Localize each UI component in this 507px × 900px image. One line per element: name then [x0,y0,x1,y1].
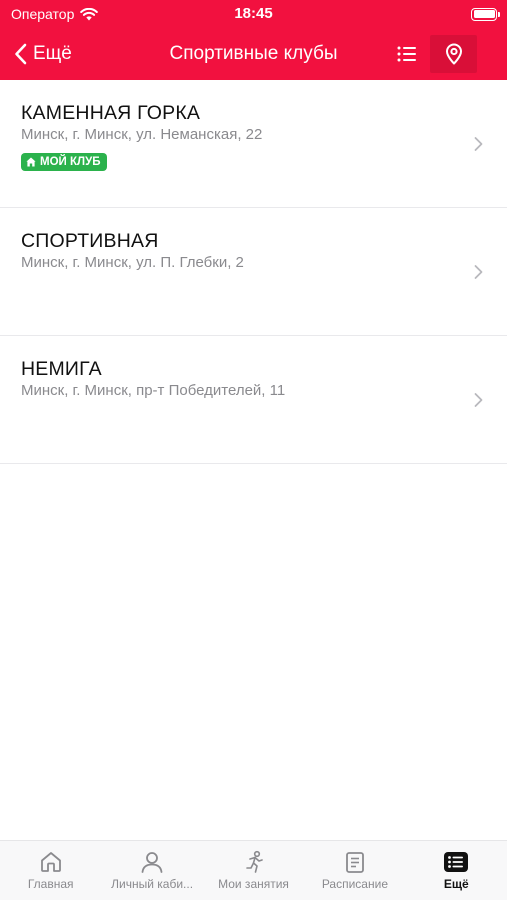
club-list-item[interactable]: НЕМИГА Минск, г. Минск, пр-т Победителей… [0,336,507,464]
carrier-label: Оператор [11,6,75,22]
wifi-icon [80,7,99,20]
more-list-icon [443,849,469,875]
document-icon [343,849,367,875]
home-icon [39,849,63,875]
my-club-badge: МОЙ КЛУБ [21,153,107,171]
tab-label: Главная [27,877,74,891]
club-name: НЕМИГА [21,358,102,380]
back-button[interactable]: Ещё [0,43,72,65]
tab-label: Расписание [321,877,388,891]
nav-bar: Ещё Спортивные клубы [0,28,507,80]
tab-more[interactable]: Ещё [406,841,507,900]
chevron-left-icon [15,43,27,65]
runner-icon [242,849,266,875]
tab-label: Мои занятия [218,877,289,891]
tab-label: Ещё [443,877,469,891]
tab-label: Личный каби... [111,877,194,891]
club-list-item[interactable]: СПОРТИВНАЯ Минск, г. Минск, ул. П. Глебк… [0,208,507,336]
home-icon [26,157,36,167]
tab-schedule[interactable]: Расписание [304,841,405,900]
tab-my-classes[interactable]: Мои занятия [203,841,304,900]
club-address: Минск, г. Минск, пр-т Победителей, 11 [21,382,286,399]
list-icon [397,46,416,62]
tab-profile[interactable]: Личный каби... [101,841,202,900]
person-icon [140,849,164,875]
status-bar: Оператор 18:45 [0,0,507,28]
chevron-right-icon [474,264,483,279]
app-header: Оператор 18:45 Ещё Спортивные клубы [0,0,507,80]
club-address: Минск, г. Минск, ул. Неманская, 22 [21,126,263,143]
battery-level [473,10,495,18]
club-list: КАМЕННАЯ ГОРКА Минск, г. Минск, ул. Нема… [0,80,507,464]
map-view-button[interactable] [430,35,477,73]
list-view-button[interactable] [383,35,430,73]
tab-home[interactable]: Главная [0,841,101,900]
status-time: 18:45 [234,5,273,22]
club-list-item[interactable]: КАМЕННАЯ ГОРКА Минск, г. Минск, ул. Нема… [0,80,507,208]
battery-icon [471,7,500,21]
club-name: СПОРТИВНАЯ [21,230,159,252]
map-pin-icon [445,43,462,65]
back-button-label: Ещё [33,43,72,64]
my-club-badge-label: МОЙ КЛУБ [40,156,101,168]
status-left: Оператор [11,6,99,22]
club-address: Минск, г. Минск, ул. П. Глебки, 2 [21,254,244,271]
chevron-right-icon [474,392,483,407]
tab-bar: Главная Личный каби... Мои занятия Распи… [0,840,507,900]
club-name: КАМЕННАЯ ГОРКА [21,102,201,124]
chevron-right-icon [474,136,483,151]
view-toggle [383,35,477,73]
